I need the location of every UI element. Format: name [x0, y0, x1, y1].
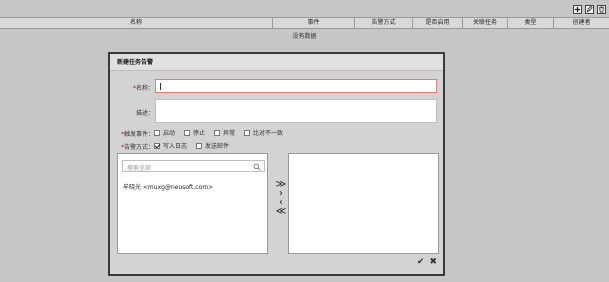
checkbox[interactable] — [154, 129, 160, 136]
checkbox[interactable] — [184, 129, 191, 136]
checkbox[interactable] — [244, 129, 251, 136]
column-header-type[interactable]: 类型 — [508, 18, 554, 28]
checkbox[interactable] — [214, 129, 221, 136]
column-header-enabled[interactable]: 是否启用 — [413, 18, 463, 28]
list-item[interactable]: 牟晓光 <muxg@neusoft.com> — [123, 182, 213, 191]
plus-square-icon[interactable] — [573, 5, 582, 14]
available-users-list: 搜索全部 牟晓光 <muxg@neusoft.com> — [117, 153, 268, 254]
method-write-log-option[interactable]: 写入日志 — [154, 141, 187, 150]
checkbox[interactable] — [196, 142, 203, 149]
confirm-check-icon[interactable]: ✔ — [417, 258, 425, 267]
column-header-event[interactable]: 事件 — [273, 18, 355, 28]
alert-method-options: 写入日志 发送邮件 — [154, 141, 238, 150]
trigger-start-option[interactable]: 启动 — [154, 128, 175, 137]
column-header-alert-method[interactable]: 告警方式 — [355, 18, 413, 28]
new-task-alert-dialog: 新建任务告警 *名称： 描述： *触发事件： 启动 停止 异常 比对不一致 *告… — [108, 52, 445, 276]
trigger-mismatch-option[interactable]: 比对不一致 — [244, 128, 283, 137]
cancel-close-icon[interactable]: ✖ — [429, 258, 437, 267]
text-caret — [160, 83, 161, 90]
column-header-name[interactable]: 名称 — [0, 18, 273, 28]
dialog-body: *名称： 描述： *触发事件： 启动 停止 异常 比对不一致 *告警方式： 写入… — [110, 71, 443, 274]
top-toolbar — [573, 5, 606, 15]
name-label: *名称： — [132, 85, 154, 92]
transfer-controls: ≫ › ‹ ≪ — [275, 180, 287, 217]
dialog-title: 新建任务告警 — [110, 54, 443, 71]
dialog-footer: ✔ ✖ — [417, 258, 437, 267]
search-placeholder: 搜索全部 — [127, 165, 152, 172]
trigger-stop-option[interactable]: 停止 — [184, 128, 205, 137]
column-header-related-task[interactable]: 关联任务 — [463, 18, 508, 28]
trigger-label: *触发事件： — [120, 131, 154, 138]
selected-users-list[interactable] — [288, 153, 439, 254]
column-header-creator[interactable]: 创建者 — [554, 18, 609, 28]
trigger-exception-option[interactable]: 异常 — [214, 128, 235, 137]
checkbox-checked[interactable] — [154, 142, 160, 149]
search-input[interactable]: 搜索全部 — [122, 160, 265, 172]
name-input[interactable] — [155, 79, 437, 93]
trash-icon[interactable] — [597, 5, 606, 14]
table-header: 名称 事件 告警方式 是否启用 关联任务 类型 创建者 — [0, 17, 609, 29]
description-textarea[interactable] — [155, 99, 437, 123]
edit-icon[interactable] — [585, 5, 594, 14]
method-send-email-option[interactable]: 发送邮件 — [196, 141, 229, 150]
trigger-options: 启动 停止 异常 比对不一致 — [154, 128, 292, 137]
empty-table-message: 没有数据 — [292, 33, 317, 40]
search-icon[interactable] — [253, 163, 261, 171]
move-all-left-button[interactable]: ≪ — [276, 207, 286, 217]
alert-method-label: *告警方式： — [120, 144, 154, 151]
description-label: 描述： — [135, 110, 154, 117]
